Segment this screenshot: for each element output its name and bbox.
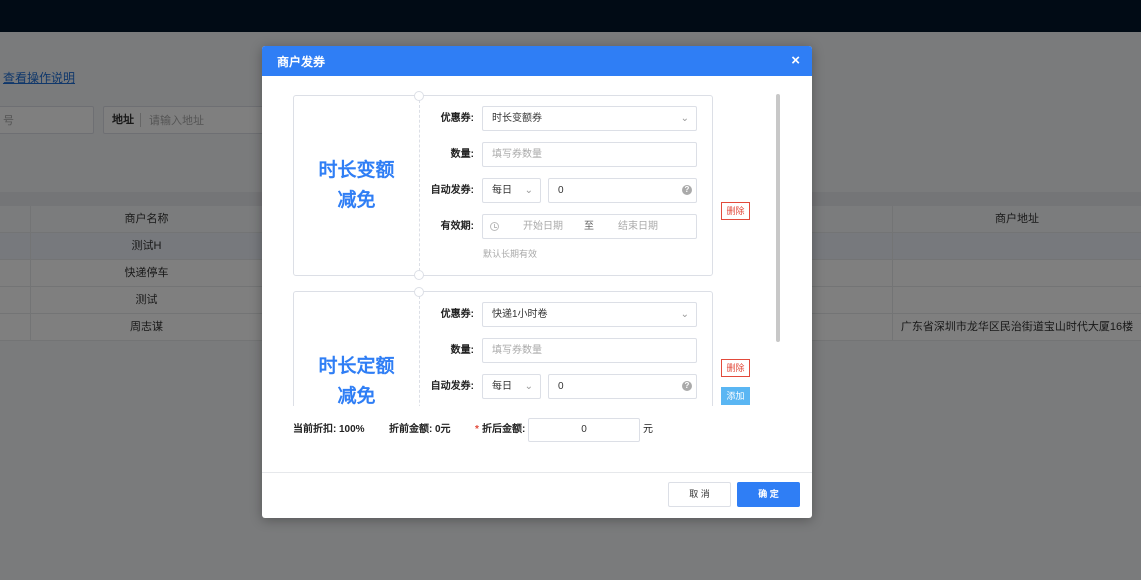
coupon-row: 优惠券: 时长变额券 ⌄ <box>424 106 704 131</box>
amount-unit: 元 <box>643 424 653 435</box>
chevron-down-icon: ⌄ <box>524 185 533 196</box>
delete-button[interactable]: 删除 <box>721 359 750 377</box>
amount-summary: 当前折扣: 100% 折前金额: 0元 * 折后金额: 0 元 <box>262 418 812 442</box>
quantity-row: 数量: 填写券数量 <box>424 338 704 363</box>
question-icon[interactable]: ? <box>682 185 692 195</box>
card-divider <box>419 100 420 271</box>
post-amount-label: 折后金额: <box>482 424 526 435</box>
auto-count-value: 0 <box>558 185 564 196</box>
card-notch <box>414 270 424 280</box>
coupon-label: 优惠券: <box>440 309 474 320</box>
add-button[interactable]: 添加 <box>721 387 750 405</box>
quantity-input[interactable]: 填写券数量 <box>482 142 697 167</box>
validity-row: 有效期: 开始日期 至 结束日期 <box>424 214 704 239</box>
card-divider <box>419 296 420 406</box>
confirm-button[interactable]: 确 定 <box>737 482 800 507</box>
question-icon[interactable]: ? <box>682 381 692 391</box>
auto-issue-row: 自动发券: 每日 ⌄ 0 ? <box>424 178 704 203</box>
clock-icon <box>490 222 499 231</box>
quantity-input[interactable]: 填写券数量 <box>482 338 697 363</box>
dialog-title: 商户发券 <box>277 54 326 69</box>
discount-label: 当前折扣: <box>293 424 337 435</box>
chevron-down-icon: ⌄ <box>680 113 689 124</box>
auto-period-value: 每日 <box>492 185 512 196</box>
discount-value: 100% <box>339 424 365 435</box>
coupon-title-line2: 减免 <box>337 385 376 407</box>
auto-period-value: 每日 <box>492 381 512 392</box>
coupon-title-line1: 时长定额 <box>318 355 395 377</box>
chevron-down-icon: ⌄ <box>680 309 689 320</box>
coupon-label: 优惠券: <box>440 113 474 124</box>
card-notch <box>414 287 424 297</box>
auto-count-input[interactable]: 0 ? <box>548 178 697 203</box>
validity-hint: 默认长期有效 <box>483 249 538 259</box>
coupon-select-value: 快递1小时卷 <box>492 309 548 320</box>
coupon-select-value: 时长变额券 <box>492 113 542 124</box>
post-amount-input[interactable]: 0 <box>528 418 640 442</box>
dialog-footer: 取 消 确 定 <box>262 472 812 518</box>
date-end-placeholder: 结束日期 <box>618 221 658 232</box>
coupon-select[interactable]: 时长变额券 ⌄ <box>482 106 697 131</box>
quantity-label: 数量: <box>450 345 474 356</box>
chevron-down-icon: ⌄ <box>524 381 533 392</box>
auto-period-select[interactable]: 每日 ⌄ <box>482 374 541 399</box>
date-start-placeholder: 开始日期 <box>523 221 563 232</box>
coupon-title-line1: 时长变额 <box>318 159 395 181</box>
scrollbar[interactable] <box>776 94 780 342</box>
issue-coupon-dialog: 商户发券 × 时长变额 减免 优惠券: 时长变额券 ⌄ 数量: 填写券数量 自动… <box>262 46 812 518</box>
pre-amount-value: 0元 <box>435 424 451 435</box>
coupon-card: 时长变额减免 优惠券: 时长变额券 ⌄ 数量: 填写券数量 自动发券: 每日 <box>293 91 713 280</box>
quantity-label: 数量: <box>450 149 474 160</box>
close-icon[interactable]: × <box>791 52 800 70</box>
cancel-button[interactable]: 取 消 <box>668 482 731 507</box>
quantity-row: 数量: 填写券数量 <box>424 142 704 167</box>
coupon-card-title: 时长变额 减免 <box>294 96 419 275</box>
validity-label: 有效期: <box>440 221 474 232</box>
dialog-header: 商户发券 × <box>262 46 812 76</box>
auto-issue-row: 自动发券: 每日 ⌄ 0 ? <box>424 374 704 399</box>
date-range-picker[interactable]: 开始日期 至 结束日期 <box>482 214 697 239</box>
auto-count-input[interactable]: 0 ? <box>548 374 697 399</box>
coupon-select[interactable]: 快递1小时卷 ⌄ <box>482 302 697 327</box>
auto-issue-label: 自动发券: <box>430 185 474 196</box>
auto-count-value: 0 <box>558 381 564 392</box>
required-mark: * <box>475 424 479 435</box>
pre-amount-label: 折前金额: <box>389 424 433 435</box>
date-separator: 至 <box>584 221 594 232</box>
auto-period-select[interactable]: 每日 ⌄ <box>482 178 541 203</box>
coupon-card-title: 时长定额 减免 <box>294 292 419 407</box>
coupon-row: 优惠券: 快递1小时卷 ⌄ <box>424 302 704 327</box>
delete-button[interactable]: 删除 <box>721 202 750 220</box>
coupon-title-line2: 减免 <box>337 189 376 211</box>
dialog-body: 时长变额减免 优惠券: 时长变额券 ⌄ 数量: 填写券数量 自动发券: 每日 <box>262 76 812 406</box>
card-notch <box>414 91 424 101</box>
auto-issue-label: 自动发券: <box>430 381 474 392</box>
coupon-card: 时长定额减免 优惠券: 快递1小时卷 ⌄ 数量: 填写券数量 自动发券: 每日 … <box>293 287 713 407</box>
